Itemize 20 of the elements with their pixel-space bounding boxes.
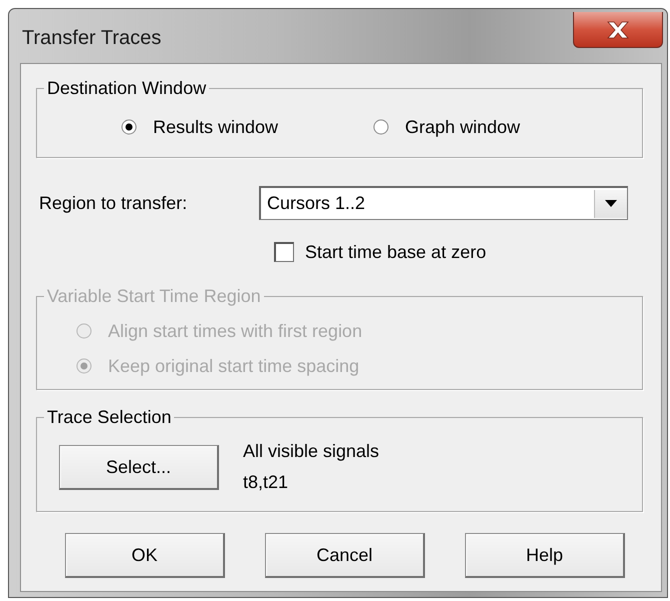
- region-dropdown[interactable]: Cursors 1..2: [259, 186, 628, 220]
- radio-button[interactable]: [121, 119, 137, 135]
- dropdown-arrow-icon: [605, 200, 617, 207]
- radio-label: Keep original start time spacing: [108, 356, 360, 376]
- checkbox[interactable]: [274, 242, 294, 262]
- select-button[interactable]: Select...: [59, 445, 219, 490]
- radio-label: Results window: [153, 116, 278, 138]
- trace-list: t8,t21: [243, 472, 380, 493]
- cancel-button[interactable]: Cancel: [265, 533, 425, 578]
- region-label: Region to transfer:: [38, 192, 188, 214]
- window-title: Transfer Traces: [22, 27, 162, 50]
- ok-button[interactable]: OK: [65, 533, 225, 578]
- radio-button[interactable]: [373, 119, 389, 135]
- radio-label: Graph window: [405, 116, 520, 138]
- help-button[interactable]: Help: [465, 533, 625, 578]
- selection-summary: All visible signals: [243, 441, 380, 462]
- close-icon: [605, 20, 631, 38]
- checkbox-label: Start time base at zero: [305, 242, 486, 262]
- radio-label: Align start times with first region: [108, 320, 362, 342]
- close-button[interactable]: [573, 12, 663, 48]
